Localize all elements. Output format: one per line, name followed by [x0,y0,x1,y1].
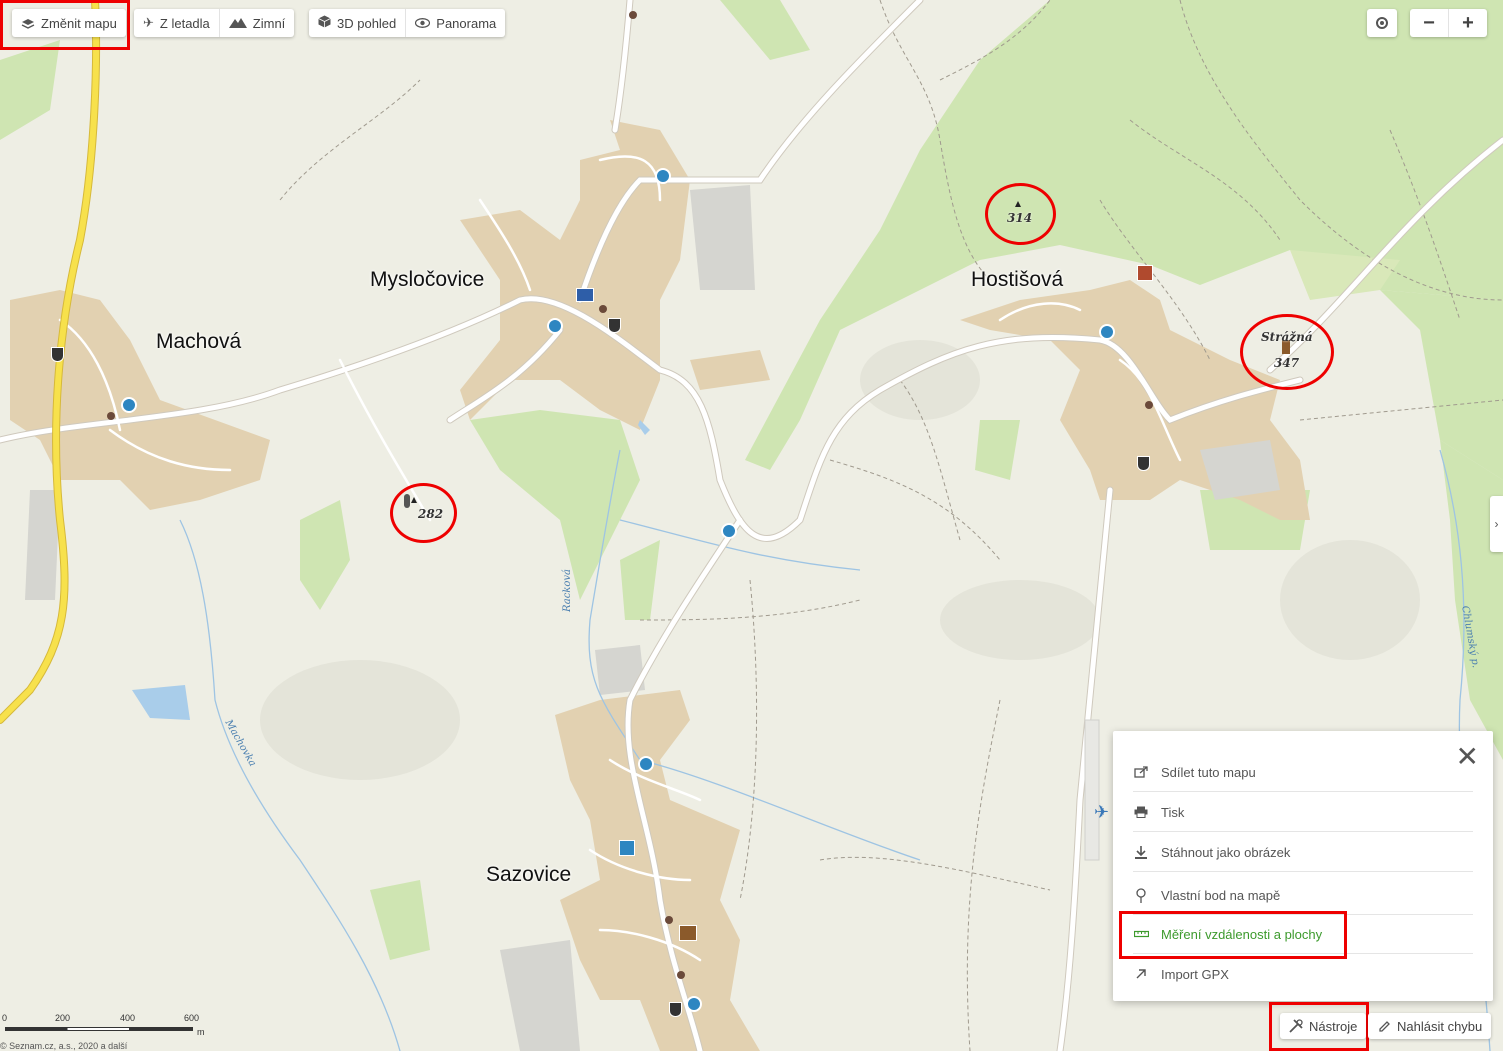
museum-icon[interactable] [679,925,697,941]
tool-measure-label: Měření vzdálenosti a plochy [1161,926,1323,942]
tool-import-gpx-label: Import GPX [1161,966,1229,982]
pencil-icon [1377,1019,1391,1033]
place-label-sazovice: Sazovice [486,863,572,886]
map-mode-group: ✈ Z letadla Zimní [134,9,295,37]
scale-tick-600: 600 [184,1013,200,1023]
mountain-icon [228,16,247,31]
peak-elevation-314: 314 [1007,211,1033,225]
svg-text:✈: ✈ [1094,802,1109,823]
place-label-hostisova: Hostišová [971,268,1064,291]
stream-label-rackova: Racková [562,568,573,612]
scale-tick-400: 400 [120,1013,136,1023]
side-panel-toggle[interactable]: › [1490,496,1503,552]
tool-print[interactable]: Tisk [1133,793,1473,832]
scale-unit: m [197,1027,205,1037]
view3d-button[interactable]: 3D pohled [309,9,405,37]
tool-import-gpx[interactable]: Import GPX [1133,955,1473,993]
aerial-label: Z letadla [159,15,210,31]
tool-measure[interactable]: Měření vzdálenosti a plochy [1133,915,1473,954]
ruler-icon [1133,930,1149,938]
pin-icon [1133,887,1149,903]
aerial-button[interactable]: ✈ Z letadla [134,9,219,37]
airplane-icon: ✈ [143,15,154,30]
tools-panel: ✕ Sdílet tuto mapu Tisk Stáhnout jako ob… [1113,731,1493,1001]
tools-button[interactable]: Nástroje [1280,1013,1367,1039]
bus-stop-icon[interactable] [121,397,137,413]
bus-stop-icon[interactable] [1099,324,1115,340]
locate-icon [1376,17,1388,29]
layers-icon [21,16,35,30]
panorama-button[interactable]: Panorama [405,9,505,37]
post-office-icon[interactable] [576,288,594,302]
scale-tick-0: 0 [2,1013,8,1023]
tool-custom-point[interactable]: Vlastní bod na mapě [1133,876,1473,915]
tool-custom-point-label: Vlastní bod na mapě [1161,887,1281,903]
shield-icon[interactable] [1137,456,1150,471]
shield-icon[interactable] [608,318,621,333]
cube-icon [318,15,331,31]
tools-label: Nástroje [1309,1018,1358,1034]
tool-download-image[interactable]: Stáhnout jako obrázek [1133,833,1473,872]
view3d-label: 3D pohled [337,15,397,31]
report-error-button[interactable]: Nahlásit chybu [1368,1013,1492,1039]
scale-tick-200: 200 [55,1013,71,1023]
import-arrow-icon [1133,969,1149,979]
zoom-group: − + [1410,9,1487,37]
bus-stop-icon[interactable] [686,996,702,1012]
zoom-out-button[interactable]: − [1410,9,1448,37]
winter-label: Zimní [252,15,286,31]
locate-button[interactable] [1367,9,1397,37]
place-label-myslocovice: Mysločovice [370,268,485,291]
peak-name-strazna: Strážná [1261,330,1313,344]
peak-elevation-347: 347 [1274,356,1300,370]
bus-stop-icon[interactable] [721,523,737,539]
winter-button[interactable]: Zimní [218,9,295,37]
zoom-in-button[interactable]: + [1448,9,1487,37]
shield-icon[interactable] [51,347,64,362]
scale-bar-segments [5,1027,193,1031]
tools-icon [1289,1019,1303,1033]
airstrip [1084,719,1100,861]
eye-icon [415,16,431,31]
bus-stop-icon[interactable] [655,168,671,184]
tool-share-label: Sdílet tuto mapu [1161,764,1256,780]
tool-download-label: Stáhnout jako obrázek [1161,844,1291,860]
copyright[interactable]: © Seznam.cz, a.s., 2020 a další [0,1041,127,1051]
view-mode-group: 3D pohled Panorama [309,9,506,37]
change-map-button[interactable]: Změnit mapu [12,9,126,37]
bus-stop-icon[interactable] [638,756,654,772]
tool-print-label: Tisk [1161,804,1185,820]
tool-share-map[interactable]: Sdílet tuto mapu [1133,753,1473,792]
swimming-pool-icon[interactable] [619,840,635,856]
download-icon [1133,845,1149,859]
change-map-label: Změnit mapu [41,15,117,31]
chevron-right-icon: › [1494,517,1499,531]
report-error-label: Nahlásit chybu [1397,1018,1483,1034]
place-label-machova: Machová [156,330,242,353]
share-icon [1133,766,1149,778]
print-icon [1133,806,1149,818]
bus-stop-icon[interactable] [547,318,563,334]
peak-elevation-282: 282 [418,507,444,521]
transmitter-icon[interactable] [404,494,410,508]
shield-icon[interactable] [669,1002,682,1017]
panorama-label: Panorama [436,15,497,31]
chapel-icon[interactable] [1137,265,1153,281]
scale-bar: 0 200 400 600 m [0,1010,210,1040]
